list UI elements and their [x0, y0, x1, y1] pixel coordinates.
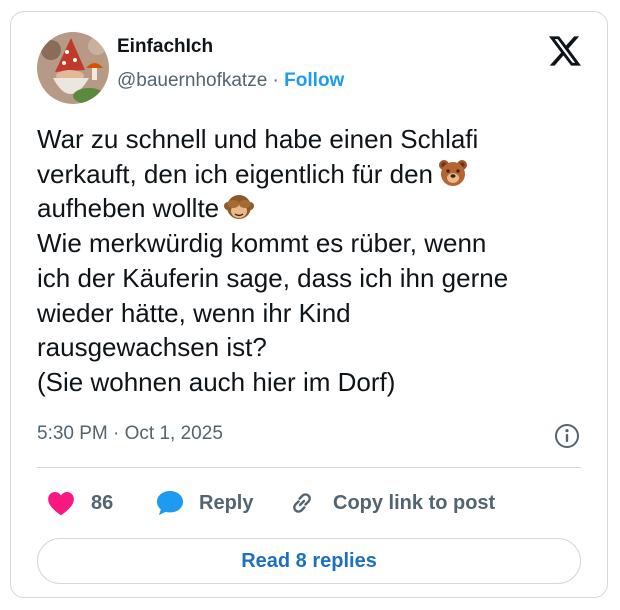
tweet-card: EinfachIch @bauernhofkatze · Follow War …: [10, 11, 608, 598]
reply-button[interactable]: Reply: [155, 486, 253, 520]
tweet-date: Oct 1, 2025: [124, 423, 223, 444]
info-icon[interactable]: [553, 422, 581, 450]
read-replies-button[interactable]: Read 8 replies: [37, 538, 581, 584]
tweet-line-with-emoji: aufheben wollte: [37, 191, 593, 226]
bear-face-glyph: [439, 159, 468, 186]
author-display-name[interactable]: EinfachIch: [117, 36, 213, 58]
tweet-timestamp[interactable]: 5:30 PM · Oct 1, 2025: [37, 423, 223, 445]
tweet-line: War zu schnell und habe einen Schlafi: [37, 124, 479, 154]
tweet-line: (Sie wohnen auch hier im Dorf): [37, 366, 396, 397]
reply-label: Reply: [199, 491, 254, 514]
avatar-image: [37, 32, 109, 104]
see-no-evil-monkey-emoji-icon: [224, 192, 255, 222]
author-handle[interactable]: @bauernhofkatze: [117, 70, 267, 91]
heart-icon: [48, 492, 74, 516]
x-logo-icon[interactable]: [549, 36, 581, 66]
see-no-evil-monkey-glyph: [224, 195, 255, 220]
tweet-line: rausgewachsen ist?: [37, 332, 267, 363]
tweet-time: 5:30 PM: [37, 423, 108, 444]
author-handle-row: @bauernhofkatze · Follow: [117, 70, 344, 92]
read-replies-label: Read 8 replies: [241, 549, 377, 572]
divider: [37, 467, 581, 468]
like-count: 86: [91, 491, 114, 514]
tweet-text: War zu schnell und habe einen Schlafi ve…: [37, 122, 593, 400]
x-logo-glyph: [549, 36, 581, 66]
bear-face-emoji-icon: [438, 158, 468, 188]
like-button[interactable]: 86: [47, 486, 113, 520]
timestamp-separator: ·: [107, 423, 125, 444]
tweet-line: wieder hätte, wenn ihr Kind: [37, 297, 351, 328]
copy-link-label: Copy link to post: [333, 491, 496, 514]
follow-button[interactable]: Follow: [284, 70, 344, 91]
tweet-line: verkauft, den ich eigentlich für den: [37, 158, 434, 189]
reply-bubble-icon: [157, 491, 183, 515]
tweet-line: aufheben wollte: [37, 193, 220, 224]
handle-separator: ·: [267, 70, 285, 91]
link-icon: [293, 493, 311, 513]
avatar[interactable]: [37, 32, 109, 104]
tweet-line: ich der Käuferin sage, dass ich ihn gern…: [37, 262, 509, 293]
action-bar: 86 Reply Copy link to post: [37, 486, 581, 520]
tweet-line-with-emoji: verkauft, den ich eigentlich für den: [37, 157, 593, 192]
copy-link-button[interactable]: Copy link to post: [287, 486, 495, 520]
tweet-line: Wie merkwürdig kommt es rüber, wenn: [37, 228, 487, 259]
info-icon-glyph: [555, 424, 579, 448]
